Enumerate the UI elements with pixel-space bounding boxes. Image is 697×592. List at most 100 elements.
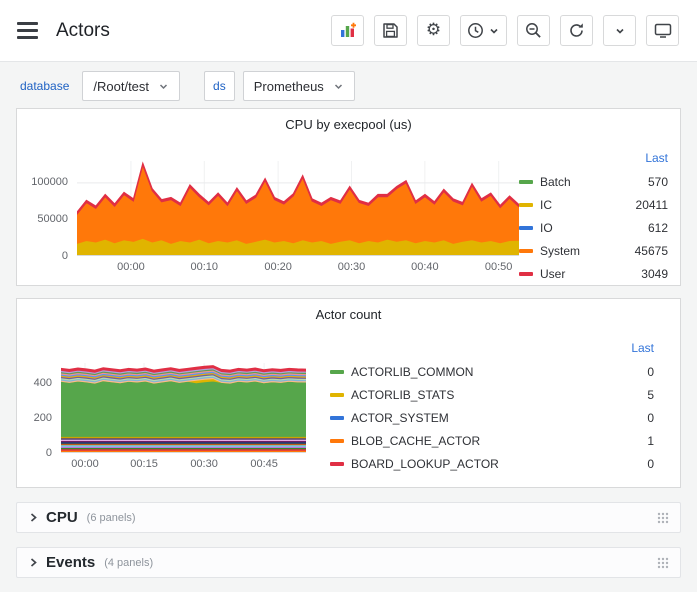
series-last-value: 0 <box>647 365 654 379</box>
series-name: ACTORLIB_STATS <box>351 388 454 402</box>
plot-area[interactable] <box>61 363 306 453</box>
dashboard-row-events[interactable]: Events (4 panels) <box>16 547 681 578</box>
chevron-down-icon <box>488 25 500 37</box>
series-last-value: 45675 <box>635 244 668 258</box>
dashboard-row-cpu[interactable]: CPU (6 panels) <box>16 502 681 533</box>
series-swatch <box>330 439 344 443</box>
series-swatch <box>519 203 533 207</box>
x-tick-label: 00:20 <box>252 261 304 273</box>
x-tick-label: 00:10 <box>178 261 230 273</box>
dashboard-title: Actors <box>56 20 110 42</box>
series-band-top <box>61 366 306 373</box>
chevron-down-icon <box>333 81 344 92</box>
legend-row-blob-cache-actor[interactable]: BLOB_CACHE_ACTOR 1 <box>330 429 654 452</box>
cpu-legend: Last Batch 570 IC 20411 IO 612 System 45… <box>519 151 668 285</box>
legend-row-user[interactable]: User 3049 <box>519 262 668 285</box>
refresh-interval-button[interactable] <box>603 15 636 46</box>
panel-cpu-by-execpool: CPU by execpool (us) 00:00 00:10 00:20 00:3… <box>16 108 681 286</box>
series-name: IO <box>540 221 553 235</box>
clock-icon <box>467 22 484 39</box>
panel-title[interactable]: CPU by execpool (us) <box>17 109 680 137</box>
legend-row-actorlib-stats[interactable]: ACTORLIB_STATS 5 <box>330 383 654 406</box>
zoom-out-icon <box>525 22 542 39</box>
add-visualization-icon <box>339 22 357 39</box>
ds-variable-select[interactable]: Prometheus <box>243 71 355 101</box>
y-tick-label: 200 <box>17 412 52 424</box>
x-tick-label: 00:30 <box>178 458 230 470</box>
legend-row-board-lookup-actor[interactable]: BOARD_LOOKUP_ACTOR 0 <box>330 452 654 475</box>
series-swatch <box>330 462 344 466</box>
legend-row-ic[interactable]: IC 20411 <box>519 193 668 216</box>
y-tick-label: 0 <box>17 250 68 262</box>
zoom-out-time-button[interactable] <box>517 15 550 46</box>
series-main-green <box>61 381 306 437</box>
y-tick-label: 0 <box>17 447 52 459</box>
database-variable-select[interactable]: /Root/test <box>82 71 180 101</box>
x-tick-label: 00:00 <box>105 261 157 273</box>
series-name: User <box>540 267 565 281</box>
tv-icon <box>654 22 672 39</box>
series-swatch <box>519 249 533 253</box>
refresh-icon <box>568 22 585 39</box>
series-System <box>77 165 519 243</box>
legend-row-actorlib-common[interactable]: ACTORLIB_COMMON 0 <box>330 360 654 383</box>
x-tick-label: 00:15 <box>118 458 170 470</box>
save-dashboard-button[interactable] <box>374 15 407 46</box>
dashboard-toolbar: ⚙ <box>331 15 679 46</box>
legend-row-system[interactable]: System 45675 <box>519 239 668 262</box>
time-range-picker-button[interactable] <box>460 15 507 46</box>
x-tick-label: 00:50 <box>473 261 525 273</box>
series-last-value: 612 <box>648 221 668 235</box>
series-last-value: 3049 <box>641 267 668 281</box>
drag-handle-icon[interactable] <box>656 511 670 525</box>
menu-icon[interactable] <box>14 20 41 41</box>
series-last-value: 570 <box>648 175 668 189</box>
save-icon <box>382 22 399 39</box>
y-tick-label: 50000 <box>17 213 68 225</box>
series-name: ACTORLIB_COMMON <box>351 365 473 379</box>
series-last-value: 0 <box>647 457 654 471</box>
cycle-view-mode-button[interactable] <box>646 15 679 46</box>
series-name: BLOB_CACHE_ACTOR <box>351 434 480 448</box>
chevron-down-icon <box>614 25 626 37</box>
top-nav-bar: Actors ⚙ <box>0 0 697 62</box>
legend-row-io[interactable]: IO 612 <box>519 216 668 239</box>
series-last-value: 20411 <box>636 198 668 212</box>
ds-variable-label: ds <box>204 71 235 101</box>
series-name: System <box>540 244 580 258</box>
add-visualization-button[interactable] <box>331 15 364 46</box>
dashboard-settings-button[interactable]: ⚙ <box>417 15 450 46</box>
series-swatch <box>330 416 344 420</box>
chevron-right-icon <box>27 511 39 524</box>
plot-area[interactable] <box>77 161 519 256</box>
template-variables-bar: database /Root/test ds Prometheus <box>0 62 697 108</box>
x-tick-label: 00:30 <box>325 261 377 273</box>
cpu-chart[interactable]: 00:0000:1000:2000:3000:4000:500500001000… <box>17 161 519 278</box>
ds-variable-value: Prometheus <box>254 79 324 94</box>
database-variable-label: database <box>20 79 69 93</box>
y-tick-label: 400 <box>17 377 52 389</box>
series-last-value: 5 <box>647 388 654 402</box>
actor-count-legend: Last ACTORLIB_COMMON 0 ACTORLIB_STATS 5 … <box>330 341 654 475</box>
y-tick-label: 100000 <box>17 176 68 188</box>
row-title: Events <box>46 554 95 571</box>
refresh-button[interactable] <box>560 15 593 46</box>
series-last-value: 0 <box>647 411 654 425</box>
x-tick-label: 00:45 <box>238 458 290 470</box>
legend-row-actor-system[interactable]: ACTOR_SYSTEM 0 <box>330 406 654 429</box>
legend-last-header[interactable]: Last <box>330 341 654 360</box>
row-panel-count: (4 panels) <box>104 557 153 569</box>
legend-last-header[interactable]: Last <box>519 151 668 170</box>
actor-count-chart[interactable]: 00:00 00:15 00:30 00:45 0 200 400 <box>17 363 306 475</box>
panel-actor-count: Actor count 00:0000:1500:3000:450200400 … <box>16 298 681 488</box>
chevron-right-icon <box>27 556 39 569</box>
panel-title[interactable]: Actor count <box>17 299 680 327</box>
series-last-value: 1 <box>647 434 654 448</box>
row-panel-count: (6 panels) <box>87 512 136 524</box>
series-name: IC <box>540 198 552 212</box>
series-name: Batch <box>540 175 571 189</box>
legend-row-batch[interactable]: Batch 570 <box>519 170 668 193</box>
drag-handle-icon[interactable] <box>656 556 670 570</box>
row-title: CPU <box>46 509 78 526</box>
x-tick-label: 00:00 <box>59 458 111 470</box>
